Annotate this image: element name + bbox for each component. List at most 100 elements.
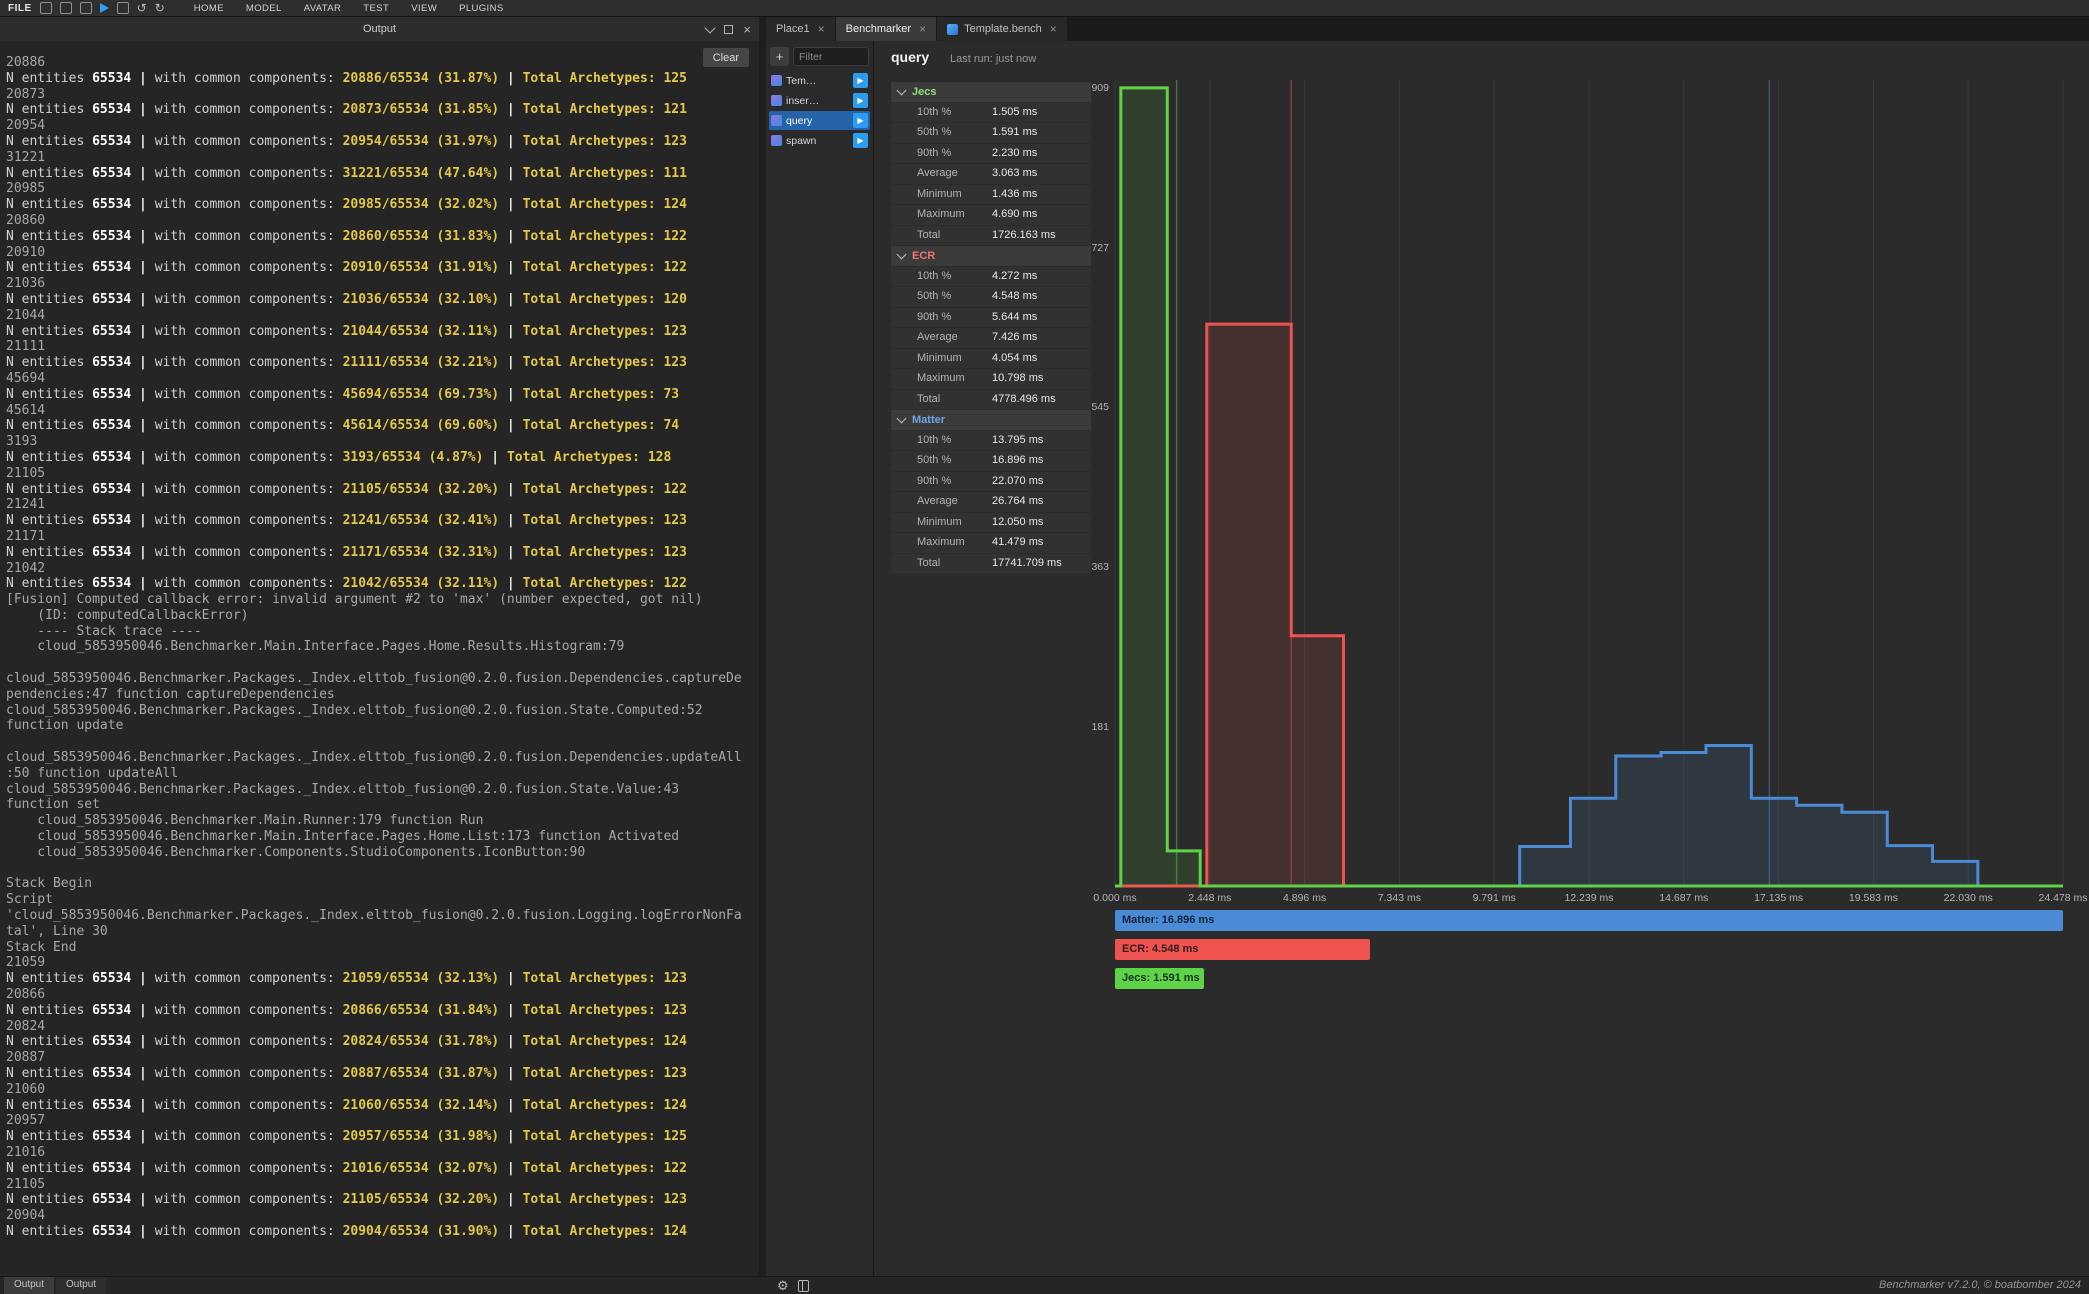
ribbon-tab-model[interactable]: MODEL bbox=[235, 3, 293, 14]
run-benchmark-button[interactable]: ▶ bbox=[853, 93, 868, 108]
close-tab-icon[interactable]: × bbox=[1050, 22, 1057, 36]
stat-label: Maximum bbox=[917, 372, 965, 384]
log-line: 20887 bbox=[6, 1050, 757, 1066]
log-line: 20824 bbox=[6, 1019, 757, 1035]
docs-icon[interactable] bbox=[798, 1280, 809, 1292]
doc-tab-template-bench[interactable]: Template.bench× bbox=[937, 17, 1068, 41]
publish-icon[interactable] bbox=[80, 2, 92, 14]
log-text: with common components: bbox=[155, 418, 343, 433]
log-line-entities: N entities 65534 | with common component… bbox=[6, 292, 757, 308]
component-fraction: 20954/65534 (31.97%) bbox=[343, 134, 500, 149]
log-line-entities: N entities 65534 | with common component… bbox=[6, 482, 757, 498]
save-icon[interactable] bbox=[60, 2, 72, 14]
log-line: cloud_5853950046.Benchmarker.Main.Runner… bbox=[6, 813, 757, 829]
play-icon[interactable] bbox=[100, 3, 109, 13]
file-menu[interactable]: FILE bbox=[8, 3, 32, 14]
component-fraction: 45694/65534 (69.73%) bbox=[343, 387, 500, 402]
stat-row: Maximum41.479 ms bbox=[891, 533, 1091, 553]
log-separator: | bbox=[131, 166, 154, 181]
close-tab-icon[interactable]: × bbox=[818, 22, 825, 36]
log-separator: | bbox=[131, 971, 154, 986]
archetype-count: Total Archetypes: 128 bbox=[507, 450, 671, 465]
log-line-entities: N entities 65534 | with common component… bbox=[6, 134, 757, 150]
component-fraction: 21060/65534 (32.14%) bbox=[343, 1098, 500, 1113]
close-panel-icon[interactable]: × bbox=[743, 23, 751, 36]
log-line: Stack Begin bbox=[6, 876, 757, 892]
stat-group-jecs[interactable]: Jecs bbox=[891, 82, 1091, 102]
stat-label: Maximum bbox=[917, 208, 965, 220]
entity-count: 65534 bbox=[92, 1034, 131, 1049]
ribbon-tab-avatar[interactable]: AVATAR bbox=[293, 3, 353, 14]
output-bottom-tab[interactable]: Output bbox=[4, 1277, 54, 1294]
stat-label: 50th % bbox=[917, 126, 951, 138]
stat-value: 22.070 ms bbox=[992, 472, 1043, 492]
clear-button[interactable]: Clear bbox=[703, 48, 749, 67]
stat-value: 7.426 ms bbox=[992, 328, 1037, 348]
log-separator: | bbox=[499, 576, 522, 591]
add-benchmark-button[interactable]: + bbox=[770, 47, 789, 66]
log-separator: | bbox=[131, 197, 154, 212]
log-text: with common components: bbox=[155, 197, 343, 212]
component-fraction: 21016/65534 (32.07%) bbox=[343, 1161, 500, 1176]
entity-count: 65534 bbox=[92, 134, 131, 149]
log-line-entities: N entities 65534 | with common component… bbox=[6, 260, 757, 276]
docked-panel-tabs: OutputOutput bbox=[4, 1277, 106, 1294]
log-line: cloud_5853950046.Benchmarker.Main.Interf… bbox=[6, 829, 757, 845]
entity-count: 65534 bbox=[92, 197, 131, 212]
doc-tab-benchmarker[interactable]: Benchmarker× bbox=[836, 17, 937, 41]
doc-tab-place1[interactable]: Place1× bbox=[766, 17, 836, 41]
undo-icon[interactable]: ↺ bbox=[137, 2, 147, 14]
stat-group-matter[interactable]: Matter bbox=[891, 410, 1091, 430]
stat-label: 90th % bbox=[917, 475, 951, 487]
bench-script-icon bbox=[771, 135, 782, 146]
archetype-count: Total Archetypes: 123 bbox=[523, 134, 687, 149]
stat-value: 16.896 ms bbox=[992, 451, 1043, 471]
x-axis-label: 4.896 ms bbox=[1270, 892, 1340, 904]
benchmark-item-tem[interactable]: Tem…▶ bbox=[769, 71, 870, 90]
stat-group-ecr[interactable]: ECR bbox=[891, 246, 1091, 266]
log-text: N entities bbox=[6, 355, 92, 370]
entity-count: 65534 bbox=[92, 229, 131, 244]
benchmark-item-inser[interactable]: inser…▶ bbox=[769, 91, 870, 110]
log-line: cloud_5853950046.Benchmarker.Packages._I… bbox=[6, 671, 757, 687]
ribbon-tab-home[interactable]: HOME bbox=[183, 3, 235, 14]
open-place-icon[interactable] bbox=[40, 2, 52, 14]
panel-splitter[interactable] bbox=[759, 17, 766, 1276]
benchmark-title: query bbox=[891, 49, 929, 65]
log-separator: | bbox=[131, 355, 154, 370]
stat-label: 10th % bbox=[917, 106, 951, 118]
settings-gear-icon[interactable]: ⚙ bbox=[777, 1279, 789, 1292]
ribbon-tab-test[interactable]: TEST bbox=[352, 3, 400, 14]
ribbon-tab-view[interactable]: VIEW bbox=[400, 3, 448, 14]
log-separator: | bbox=[131, 71, 154, 86]
legend-label: ECR: 4.548 ms bbox=[1115, 939, 1370, 960]
log-text: N entities bbox=[6, 1034, 92, 1049]
stat-group-name: Matter bbox=[912, 414, 945, 426]
log-separator: | bbox=[131, 576, 154, 591]
close-tab-icon[interactable]: × bbox=[919, 22, 926, 36]
legend-matter: Matter: 16.896 ms bbox=[1115, 910, 2063, 931]
benchmark-item-spawn[interactable]: spawn▶ bbox=[769, 131, 870, 150]
popout-icon[interactable] bbox=[724, 25, 733, 34]
stat-label: Maximum bbox=[917, 536, 965, 548]
redo-icon[interactable]: ↻ bbox=[155, 2, 165, 14]
run-benchmark-button[interactable]: ▶ bbox=[853, 73, 868, 88]
filter-input[interactable] bbox=[793, 47, 869, 66]
log-separator: | bbox=[499, 197, 522, 212]
stat-row: Average26.764 ms bbox=[891, 492, 1091, 512]
component-fraction: 21042/65534 (32.11%) bbox=[343, 576, 500, 591]
pause-icon[interactable] bbox=[117, 2, 129, 14]
log-line-entities: N entities 65534 | with common component… bbox=[6, 166, 757, 182]
entity-count: 65534 bbox=[92, 971, 131, 986]
stat-label: Total bbox=[917, 393, 940, 405]
log-text: with common components: bbox=[155, 355, 343, 370]
ribbon-tab-plugins[interactable]: PLUGINS bbox=[448, 3, 515, 14]
log-text: N entities bbox=[6, 971, 92, 986]
run-benchmark-button[interactable]: ▶ bbox=[853, 113, 868, 128]
run-benchmark-button[interactable]: ▶ bbox=[853, 133, 868, 148]
output-bottom-tab[interactable]: Output bbox=[56, 1277, 106, 1294]
stat-value: 4.548 ms bbox=[992, 287, 1037, 307]
entity-count: 65534 bbox=[92, 1161, 131, 1176]
chevron-down-icon[interactable] bbox=[705, 22, 716, 33]
benchmark-item-query[interactable]: query▶ bbox=[769, 111, 870, 130]
